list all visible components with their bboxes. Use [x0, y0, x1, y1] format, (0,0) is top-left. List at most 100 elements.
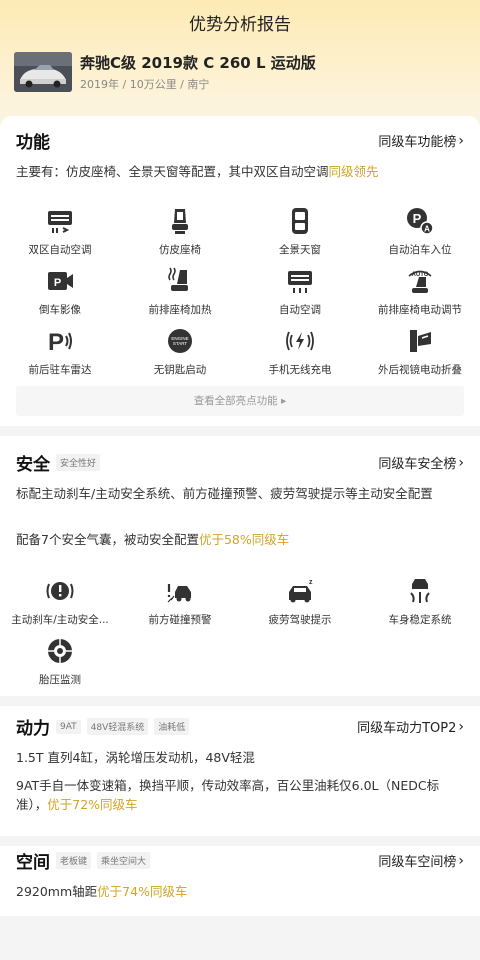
car-summary[interactable]: 奔驰C级 2019款 C 260 L 运动版 2019年 / 10万公里 / 南…	[14, 52, 316, 92]
features-desc-text: 主要有：仿皮座椅、全景天窗等配置，其中双区自动空调	[16, 164, 329, 179]
safety-tag: 安全性好	[56, 454, 101, 471]
view-all-features-button[interactable]: 查看全部亮点功能 ▸	[16, 386, 464, 416]
space-rank-label: 同级车空间榜	[378, 855, 457, 870]
space-tag: 乘坐空间大	[97, 852, 151, 869]
space-rank-link[interactable]: 同级车空间榜 ›	[378, 851, 464, 871]
sunroof-icon	[292, 208, 308, 234]
feature-item[interactable]: 外后视镜电动折叠	[360, 326, 480, 377]
fatigue-icon: z	[289, 579, 313, 603]
car-thumbnail	[14, 52, 72, 92]
safety-label: 前方碰撞预警	[148, 614, 212, 626]
svg-text:P: P	[413, 211, 422, 226]
feature-label: 自动空调	[279, 304, 321, 316]
feature-label: 前排座椅电动调节	[378, 304, 462, 316]
space-description: 2920mm轴距优于74%同级车	[16, 882, 464, 901]
feature-item[interactable]: 自动空调	[240, 266, 360, 317]
feature-item[interactable]: 前排座椅加热	[120, 266, 240, 317]
auto-park-icon: P A	[407, 208, 434, 235]
safety-item[interactable]: 胎压监测	[0, 636, 120, 687]
feature-item[interactable]: P 倒车影像	[0, 266, 120, 317]
safety-desc-text: 配备7个安全气囊，被动安全配置	[16, 532, 199, 547]
feature-item[interactable]: P 前后驻车雷达	[0, 326, 120, 377]
feature-label: 无钥匙启动	[153, 364, 207, 376]
view-all-label: 查看全部亮点功能	[193, 395, 278, 407]
safety-label: 车身稳定系统	[388, 614, 452, 626]
svg-text:A: A	[424, 225, 430, 234]
feature-item[interactable]: AUTO 前排座椅电动调节	[360, 266, 480, 317]
feature-label: 自动泊车入位	[388, 244, 452, 256]
power-tag: 9AT	[56, 719, 81, 734]
power-title: 动力	[16, 719, 50, 739]
features-title: 功能	[16, 133, 50, 153]
safety-item[interactable]: 车身稳定系统	[360, 576, 480, 627]
safety-airbag-description: 配备7个安全气囊，被动安全配置优于58%同级车	[16, 530, 464, 549]
keyless-start-icon: ENGINE START	[168, 329, 192, 353]
safety-title: 安全	[16, 455, 50, 475]
feature-item[interactable]: P A 自动泊车入位	[360, 206, 480, 257]
feature-label: 前排座椅加热	[148, 304, 212, 316]
chevron-right-icon: ›	[458, 132, 464, 149]
safety-label: 疲劳驾驶提示	[268, 614, 332, 626]
chevron-right-icon: ›	[458, 852, 464, 869]
safety-label: 主动刹车/主动安全...	[11, 614, 109, 626]
wireless-charge-icon	[286, 331, 314, 351]
space-desc-highlight: 优于74%同级车	[97, 884, 188, 899]
feature-item[interactable]: 全景天窗	[240, 206, 360, 257]
mirror-fold-icon	[410, 330, 431, 352]
seat-heating-icon	[168, 267, 188, 291]
dual-ac-icon	[48, 211, 72, 233]
active-brake-icon	[46, 582, 74, 600]
feature-label: 手机无线充电	[268, 364, 332, 376]
safety-description: 标配主动刹车/主动安全系统、前方碰撞预警、疲劳驾驶提示等主动安全配置	[16, 486, 433, 501]
chevron-right-icon: ›	[458, 718, 464, 735]
power-tag: 油耗低	[154, 718, 190, 735]
power-transmission-description: 9AT手自一体变速箱，换挡平顺，传动效率高，百公里油耗仅6.0L（NEDC标准）…	[16, 776, 464, 814]
feature-item[interactable]: 双区自动空调	[0, 206, 120, 257]
chevron-right-icon: ›	[458, 454, 464, 471]
power-rank-label: 同级车动力TOP2	[357, 721, 457, 736]
svg-text:START: START	[173, 341, 188, 346]
seat-icon	[172, 209, 188, 234]
feature-label: 双区自动空调	[28, 244, 92, 256]
power-section: 动力 9AT 48V轻混系统 油耗低 同级车动力TOP2 › 1.5T 直列4缸…	[0, 706, 480, 836]
power-tag: 48V轻混系统	[86, 718, 149, 735]
space-section: 空间 老板键 乘坐空间大 同级车空间榜 › 2920mm轴距优于74%同级车	[0, 836, 480, 916]
safety-label: 胎压监测	[39, 674, 81, 686]
feature-label: 全景天窗	[279, 244, 321, 256]
feature-item[interactable]: ENGINE START 无钥匙启动	[120, 326, 240, 377]
triangle-right-icon: ▸	[281, 395, 287, 407]
features-desc-highlight: 同级领先	[328, 164, 379, 179]
svg-text:z: z	[309, 579, 313, 586]
safety-desc-highlight: 优于58%同级车	[198, 532, 290, 547]
space-desc-text: 2920mm轴距	[16, 884, 98, 899]
power-rank-link[interactable]: 同级车动力TOP2 ›	[357, 717, 464, 737]
safety-item[interactable]: 前方碰撞预警	[120, 576, 240, 627]
car-meta: 2019年 / 10万公里 / 南宁	[80, 77, 210, 91]
features-rank-label: 同级车功能榜	[378, 135, 457, 150]
power-desc-highlight: 优于72%同级车	[47, 797, 138, 812]
svg-text:P: P	[48, 329, 64, 356]
safety-item[interactable]: 主动刹车/主动安全...	[0, 576, 120, 627]
features-section: 功能 同级车功能榜 › 主要有：仿皮座椅、全景天窗等配置，其中双区自动空调同级领…	[0, 116, 480, 426]
safety-rank-label: 同级车安全榜	[378, 457, 457, 472]
feature-label: 倒车影像	[39, 304, 81, 316]
feature-label: 外后视镜电动折叠	[378, 364, 462, 376]
feature-label: 前后驻车雷达	[28, 364, 92, 376]
power-engine-description: 1.5T 直列4缸，涡轮增压发动机，48V轻混	[16, 750, 255, 765]
tire-pressure-icon	[48, 639, 72, 663]
features-description: 主要有：仿皮座椅、全景天窗等配置，其中双区自动空调同级领先	[16, 162, 464, 181]
collision-warning-icon	[167, 584, 191, 603]
feature-item[interactable]: 仿皮座椅	[120, 206, 240, 257]
safety-section: 安全 安全性好 同级车安全榜 › 标配主动刹车/主动安全系统、前方碰撞预警、疲劳…	[0, 436, 480, 696]
safety-rank-link[interactable]: 同级车安全榜 ›	[378, 453, 464, 473]
parking-radar-icon: P	[48, 329, 72, 356]
seat-adjust-icon: AUTO	[408, 270, 432, 293]
page-title: 优势分析报告	[189, 15, 291, 35]
space-title: 空间	[16, 853, 50, 873]
features-rank-link[interactable]: 同级车功能榜 ›	[378, 131, 464, 151]
feature-label: 仿皮座椅	[159, 244, 201, 256]
ac-icon	[288, 271, 312, 293]
safety-item[interactable]: z 疲劳驾驶提示	[240, 576, 360, 627]
reverse-camera-icon: P	[48, 272, 73, 290]
feature-item[interactable]: 手机无线充电	[240, 326, 360, 377]
